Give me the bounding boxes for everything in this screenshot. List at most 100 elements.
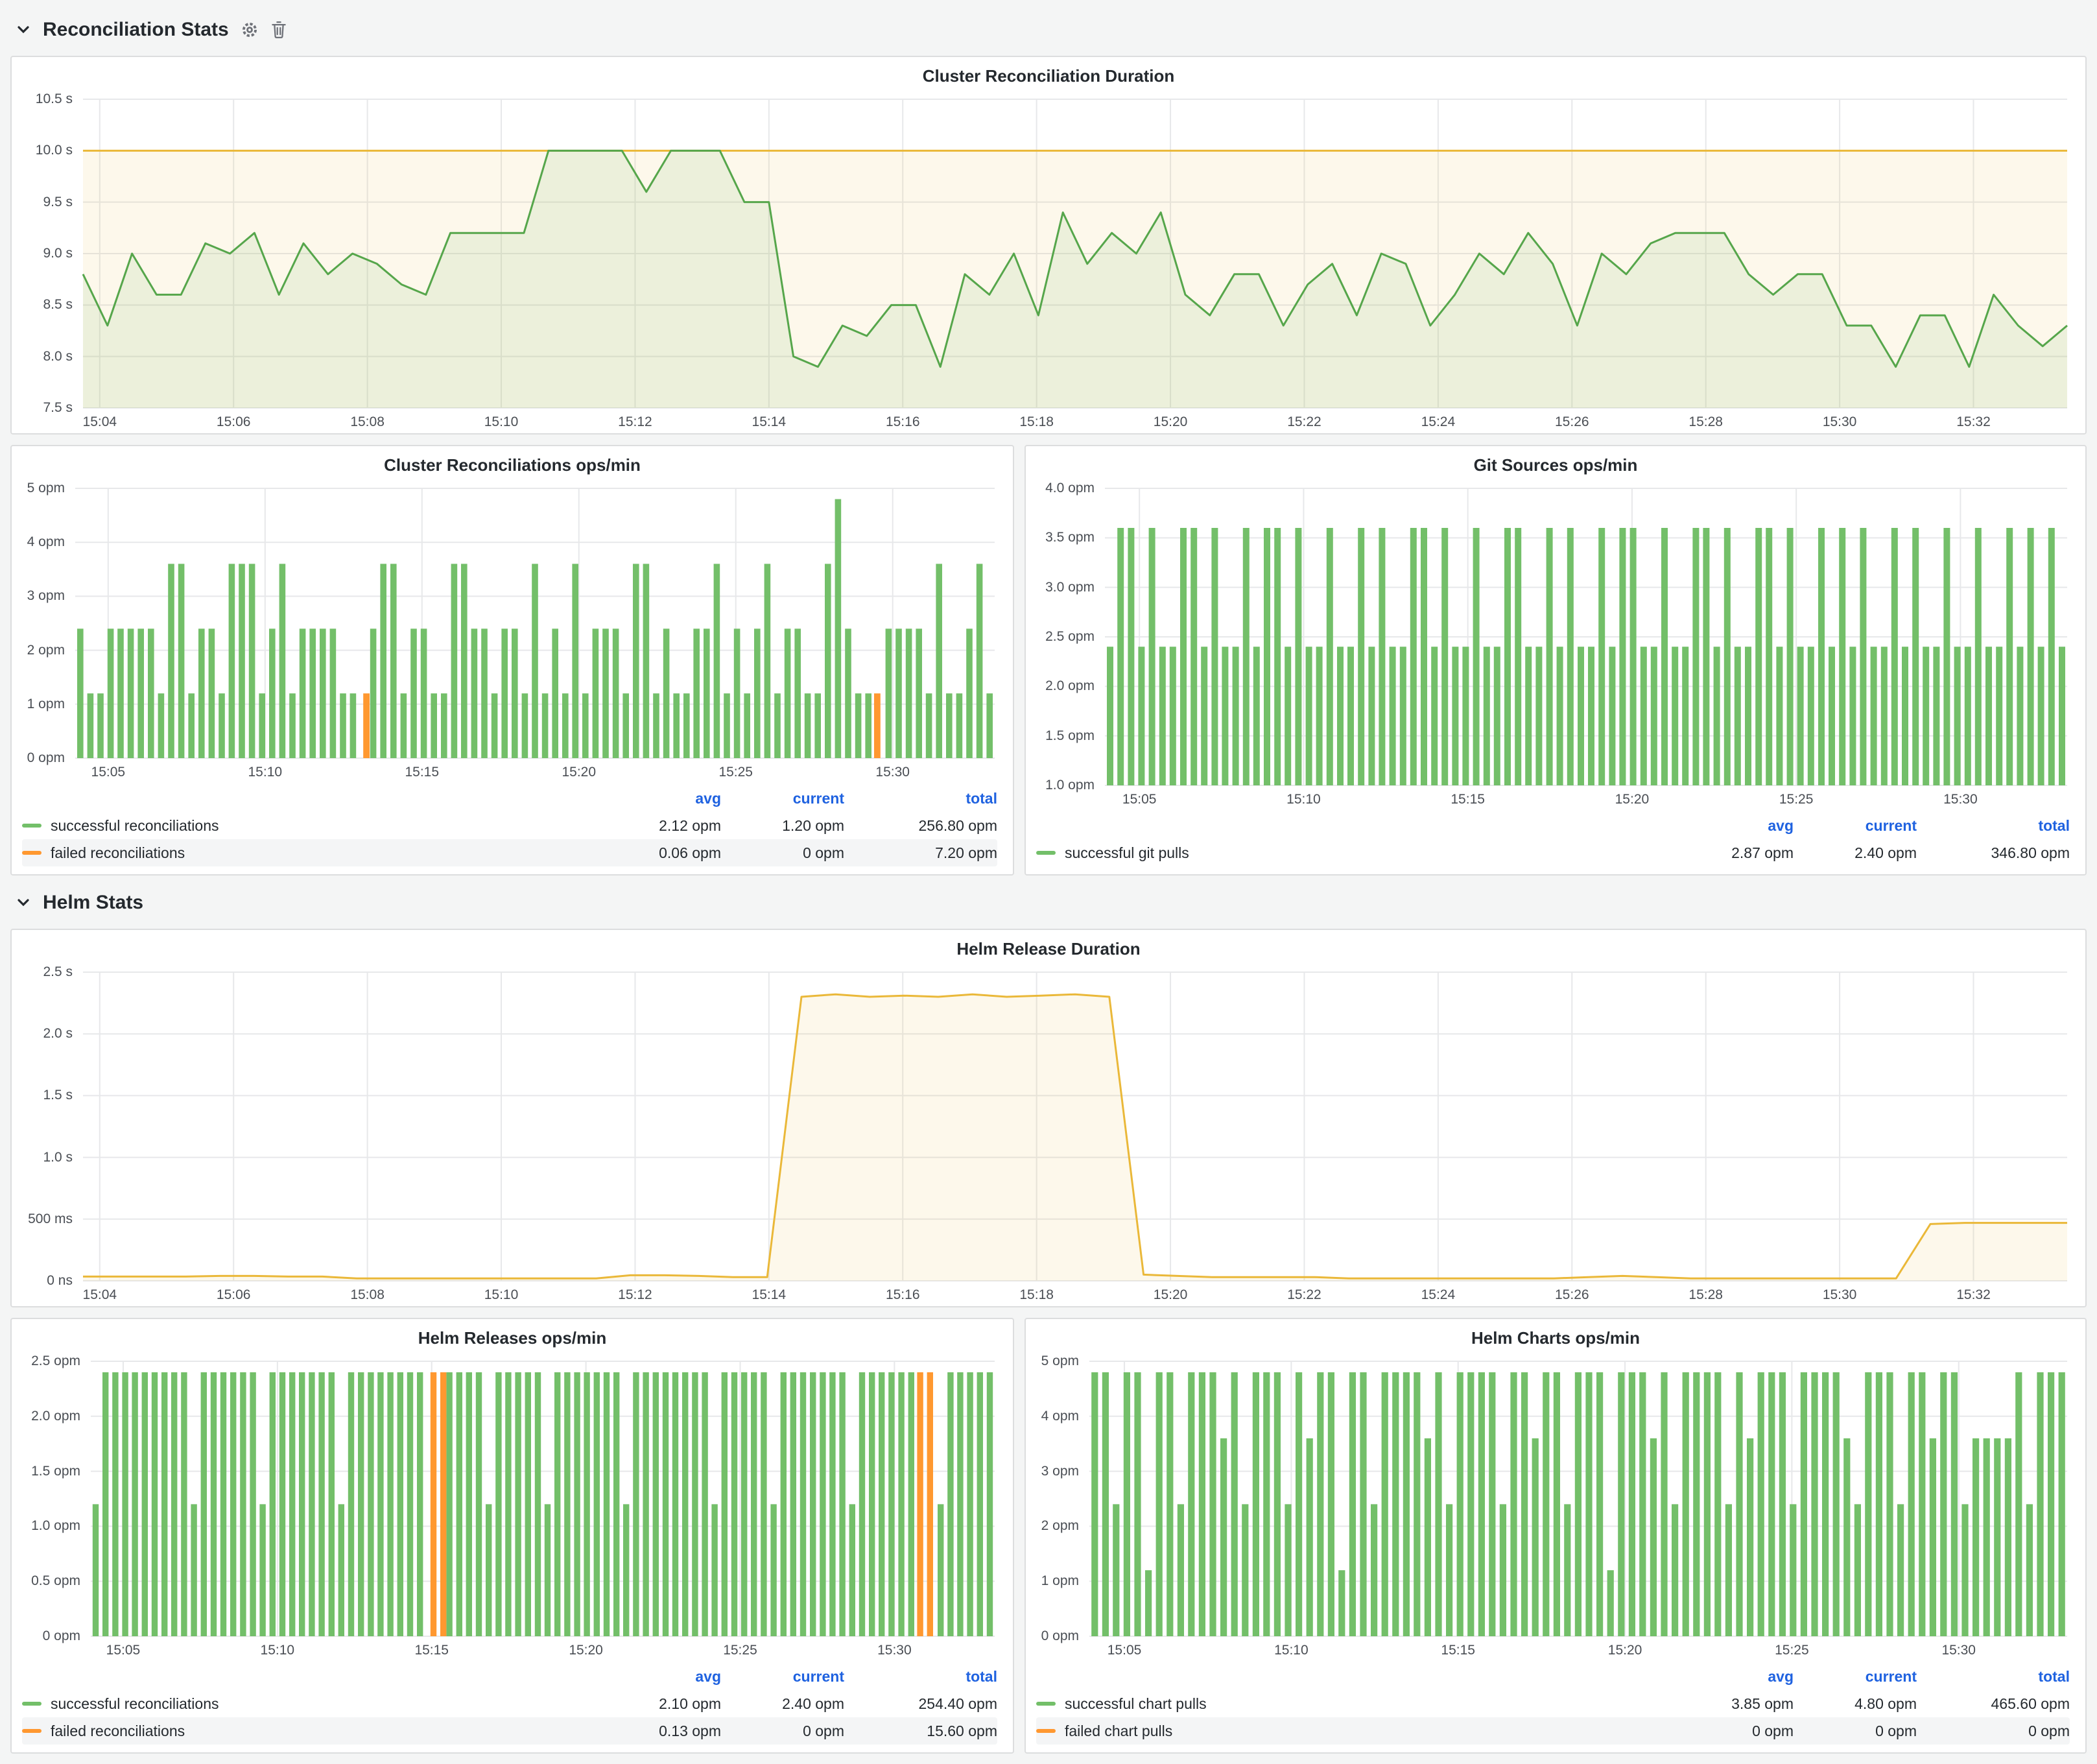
legend-sort-current[interactable]: current [721,790,844,807]
helm-charts-opm-plot [1031,1351,2080,1662]
series-marker [1036,851,1056,855]
legend-total-value: 15.60 opm [844,1722,997,1740]
legend-header-row: avg current total [22,785,997,812]
git-sources-opm-plot [1031,478,2080,811]
legend-row: failed reconciliations 0.13 opm 0 opm 15… [22,1717,997,1745]
legend-series-toggle[interactable]: failed reconciliations [22,1722,598,1740]
legend-series-toggle[interactable]: failed reconciliations [22,844,598,862]
legend-series-toggle[interactable]: successful reconciliations [22,1695,598,1713]
legend-sort-current[interactable]: current [721,1668,844,1686]
legend: avg current total successful git pulls 2… [1026,811,2085,874]
legend-sort-total[interactable]: total [844,1668,997,1686]
legend-sort-total[interactable]: total [844,790,997,807]
chevron-down-icon[interactable] [16,895,31,911]
legend-current-value: 0 opm [1794,1722,1917,1740]
legend: avg current total successful reconciliat… [12,1662,1013,1752]
section-header-helm-stats: Helm Stats [16,886,2087,920]
legend-series-toggle[interactable]: successful reconciliations [22,817,598,835]
legend-total-value: 465.60 opm [1917,1695,2070,1713]
legend-label: successful git pulls [1065,844,1189,862]
panel-title[interactable]: Cluster Reconciliation Duration [12,57,2085,89]
legend-total-value: 256.80 opm [844,817,997,835]
legend-sort-avg[interactable]: avg [598,790,721,807]
legend-row: failed chart pulls 0 opm 0 opm 0 opm [1036,1717,2070,1745]
legend-avg-value: 3.85 opm [1670,1695,1794,1713]
git-sources-opm-chart[interactable]: 1.0 opm1.5 opm2.0 opm2.5 opm3.0 opm3.5 o… [1031,478,2080,811]
helm-charts-opm-chart[interactable]: 0 opm1 opm2 opm3 opm4 opm5 opm15:0515:10… [1031,1351,2080,1662]
legend-total-value: 7.20 opm [844,844,997,862]
legend-avg-value: 2.12 opm [598,817,721,835]
legend-series-toggle[interactable]: successful git pulls [1036,844,1670,862]
legend-total-value: 0 opm [1917,1722,2070,1740]
legend-header-row: avg current total [1036,1663,2070,1690]
section-header-reconciliation-stats: Reconciliation Stats [16,13,2087,47]
legend-current-value: 0 opm [721,844,844,862]
legend-series-toggle[interactable]: failed chart pulls [1036,1722,1670,1740]
legend-current-value: 4.80 opm [1794,1695,1917,1713]
gear-icon[interactable] [241,21,259,39]
trash-icon[interactable] [270,21,287,39]
cluster-reconciliation-duration-plot [17,89,2080,434]
legend-sort-avg[interactable]: avg [598,1668,721,1686]
helm-releases-opm-plot [17,1351,1008,1662]
legend-row: successful chart pulls 3.85 opm 4.80 opm… [1036,1690,2070,1717]
legend-header-row: avg current total [1036,812,2070,839]
legend-avg-value: 2.10 opm [598,1695,721,1713]
legend-sort-current[interactable]: current [1794,817,1917,835]
helm-releases-opm-chart[interactable]: 0 opm0.5 opm1.0 opm1.5 opm2.0 opm2.5 opm… [17,1351,1008,1662]
legend: avg current total successful reconciliat… [12,783,1013,874]
legend-row: successful git pulls 2.87 opm 2.40 opm 3… [1036,839,2070,866]
legend-avg-value: 0.06 opm [598,844,721,862]
legend-sort-total[interactable]: total [1917,817,2070,835]
series-marker [1036,1729,1056,1733]
helm-release-duration-plot [17,962,2080,1307]
legend-total-value: 346.80 opm [1917,844,2070,862]
legend-label: successful reconciliations [51,1695,219,1713]
legend-sort-avg[interactable]: avg [1670,817,1794,835]
legend-current-value: 2.40 opm [1794,844,1917,862]
chevron-down-icon[interactable] [16,22,31,38]
legend-series-toggle[interactable]: successful chart pulls [1036,1695,1670,1713]
panel-title[interactable]: Helm Charts ops/min [1026,1319,2085,1351]
series-marker [22,1729,41,1733]
panel-git-sources-opm: Git Sources ops/min 1.0 opm1.5 opm2.0 op… [1025,445,2087,876]
legend-label: failed chart pulls [1065,1722,1172,1740]
legend-row: successful reconciliations 2.10 opm 2.40… [22,1690,997,1717]
legend-avg-value: 2.87 opm [1670,844,1794,862]
legend-current-value: 2.40 opm [721,1695,844,1713]
panel-cluster-reconciliation-duration: Cluster Reconciliation Duration 7.5 s8.0… [10,56,2087,435]
panel-helm-charts-opm: Helm Charts ops/min 0 opm1 opm2 opm3 opm… [1025,1318,2087,1754]
legend-header-row: avg current total [22,1663,997,1690]
legend-label: failed reconciliations [51,1722,185,1740]
legend-label: successful chart pulls [1065,1695,1207,1713]
section-title[interactable]: Reconciliation Stats [43,19,229,41]
legend-current-value: 1.20 opm [721,817,844,835]
legend-total-value: 254.40 opm [844,1695,997,1713]
series-marker [1036,1702,1056,1706]
legend-avg-value: 0 opm [1670,1722,1794,1740]
legend: avg current total successful chart pulls… [1026,1662,2085,1752]
panel-helm-release-duration: Helm Release Duration 0 ns500 ms1.0 s1.5… [10,929,2087,1307]
helm-release-duration-chart[interactable]: 0 ns500 ms1.0 s1.5 s2.0 s2.5 s15:0415:06… [17,962,2080,1306]
cluster-reconciliations-opm-plot [17,478,1008,784]
legend-sort-current[interactable]: current [1794,1668,1917,1686]
panel-helm-releases-opm: Helm Releases ops/min 0 opm0.5 opm1.0 op… [10,1318,1014,1754]
section-title[interactable]: Helm Stats [43,892,143,914]
panel-title[interactable]: Helm Release Duration [12,930,2085,962]
legend-row: successful reconciliations 2.12 opm 1.20… [22,812,997,839]
series-marker [22,851,41,855]
legend-label: failed reconciliations [51,844,185,862]
series-marker [22,1702,41,1706]
legend-sort-total[interactable]: total [1917,1668,2070,1686]
cluster-reconciliations-opm-chart[interactable]: 0 opm1 opm2 opm3 opm4 opm5 opm15:0515:10… [17,478,1008,783]
panel-title[interactable]: Git Sources ops/min [1026,446,2085,478]
panel-title[interactable]: Cluster Reconciliations ops/min [12,446,1013,478]
panel-cluster-reconciliations-opm: Cluster Reconciliations ops/min 0 opm1 o… [10,445,1014,876]
legend-row: failed reconciliations 0.06 opm 0 opm 7.… [22,839,997,866]
panel-title[interactable]: Helm Releases ops/min [12,1319,1013,1351]
legend-current-value: 0 opm [721,1722,844,1740]
cluster-reconciliation-duration-chart[interactable]: 7.5 s8.0 s8.5 s9.0 s9.5 s10.0 s10.5 s15:… [17,89,2080,433]
legend-label: successful reconciliations [51,817,219,835]
legend-sort-avg[interactable]: avg [1670,1668,1794,1686]
legend-avg-value: 0.13 opm [598,1722,721,1740]
